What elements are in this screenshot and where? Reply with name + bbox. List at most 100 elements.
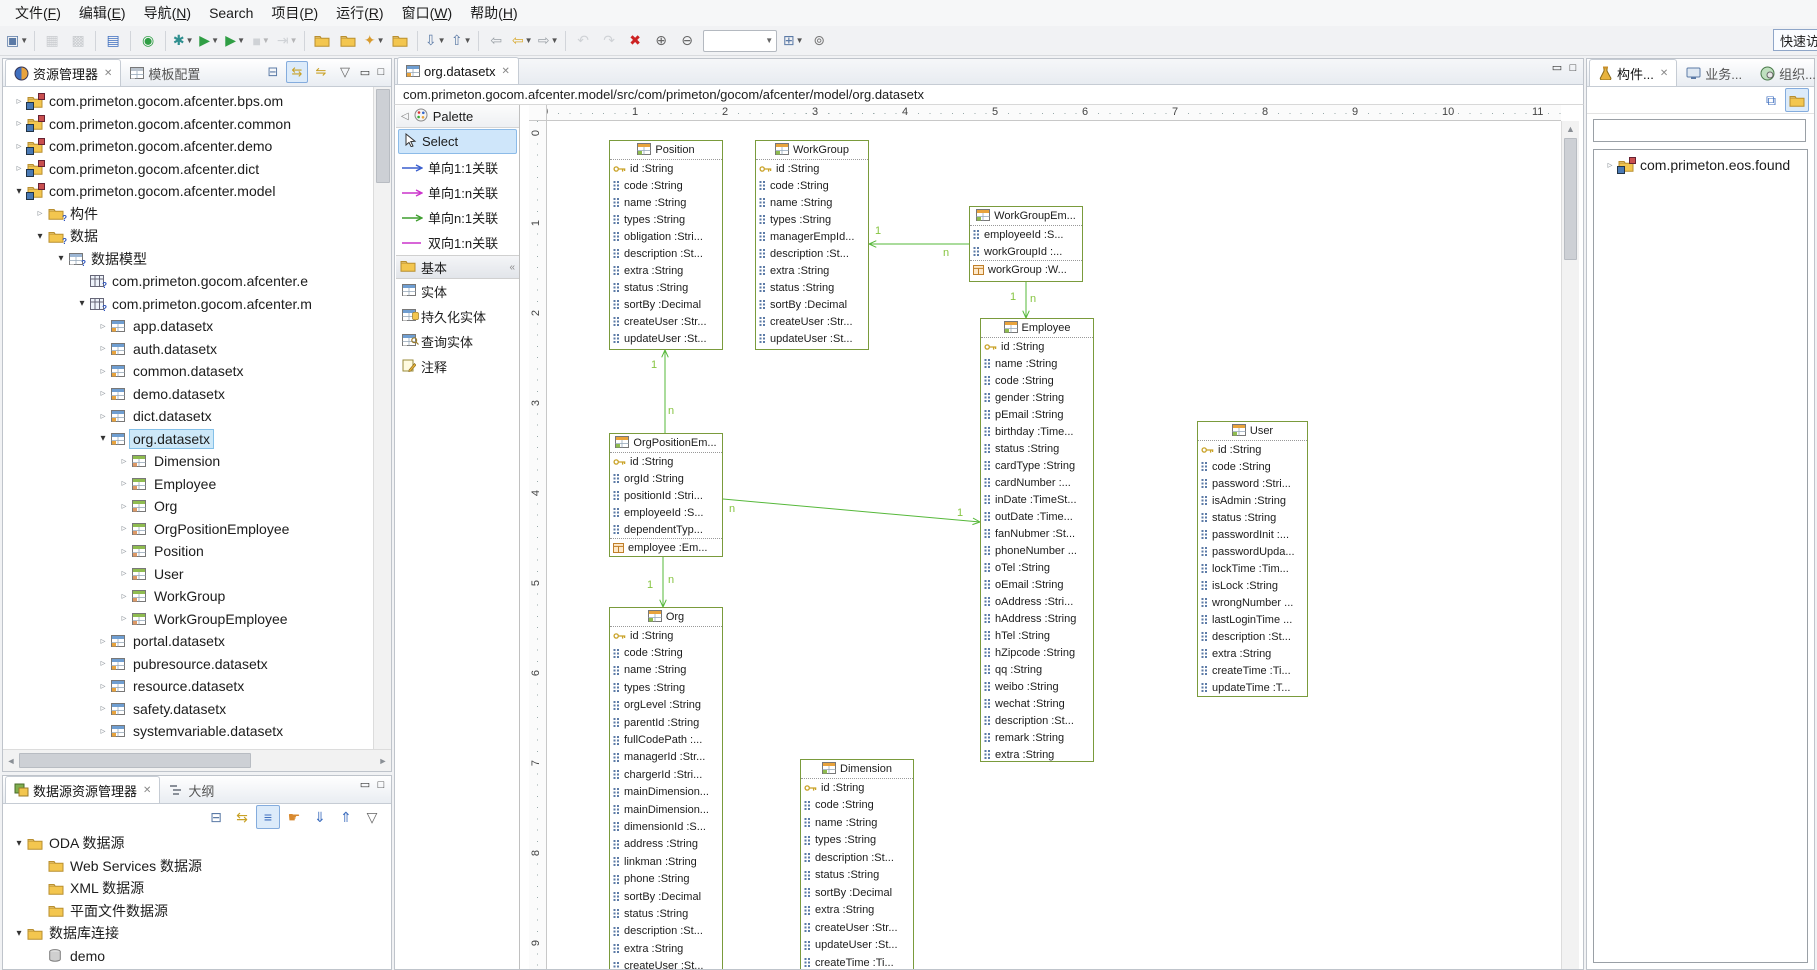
palette-tool-rel-n-1[interactable]: 单向n:1关联 [396,205,519,230]
entity-field[interactable]: dependentTyp... [610,521,722,538]
entity-field[interactable]: qq :String [981,661,1093,678]
start-server-icon[interactable]: ◉ [136,29,160,53]
resource-tree-item[interactable]: ▹Dimension [3,450,329,473]
entity-field[interactable]: parentId :String [610,714,722,731]
undo-icon[interactable]: ↶ [571,29,595,53]
expander-icon[interactable]: ▹ [95,681,111,692]
view-menu-icon[interactable]: ▽ [334,61,356,83]
entity-field[interactable]: code :String [610,644,722,661]
forward-icon[interactable]: ⇨▼ [536,29,560,53]
zoom-combo[interactable]: ▼ [703,30,777,52]
expander-icon[interactable]: ▹ [95,658,111,669]
scroll-left-icon[interactable]: ◄ [3,756,19,766]
resource-tree-item[interactable]: ?com.primeton.gocom.afcenter.e [3,270,329,293]
minimize-view-button[interactable]: ▭ [357,66,373,79]
expander-icon[interactable]: ▹ [11,141,27,152]
entity-Position[interactable]: Positionid :Stringcode :Stringname :Stri… [609,140,723,350]
expander-icon[interactable]: ▹ [11,163,27,174]
check-in-icon[interactable]: ⇩▼ [423,29,447,53]
palette-tool-rel-bi-1-n[interactable]: 双向1:n关联 [396,230,519,255]
expander-icon[interactable]: ▹ [116,478,132,489]
entity-field[interactable]: oAddress :Stri... [981,593,1093,610]
entity-field[interactable]: sortBy :Decimal [610,888,722,905]
entity-field[interactable]: extra :String [610,262,722,279]
resource-tree-item[interactable]: ▹auth.datasetx [3,338,329,361]
expander-icon[interactable]: ▹ [32,208,48,219]
resource-tree-item[interactable]: ▹resource.datasetx [3,675,329,698]
resource-tree-item[interactable]: ▾org.datasetx [3,428,329,451]
entity-field[interactable]: phoneNumber ... [981,542,1093,559]
entity-field[interactable]: extra :String [756,262,868,279]
expander-icon[interactable]: ▹ [1602,160,1618,171]
menu-search[interactable]: Search [200,3,262,23]
entity-field[interactable]: cardType :String [981,457,1093,474]
entity-field[interactable]: description :St... [756,245,868,262]
entity-field[interactable]: name :String [610,662,722,679]
entity-field[interactable]: id :String [610,453,722,470]
last-edit-location-icon[interactable]: ⇦ [484,29,508,53]
entity-field[interactable]: id :String [610,627,722,644]
entity-field[interactable]: extra :String [801,902,913,920]
entity-field[interactable]: id :String [1198,441,1307,458]
resource-tree-item[interactable]: ▹portal.datasetx [3,630,329,653]
entity-field[interactable]: cardNumber :... [981,474,1093,491]
entity-field[interactable]: positionId :Stri... [610,487,722,504]
entity-field[interactable]: hZipcode :String [981,644,1093,661]
entity-field[interactable]: description :St... [801,849,913,867]
import-profile-icon[interactable]: ⇓ [308,805,332,829]
entity-Dimension[interactable]: Dimensionid :Stringcode :Stringname :Str… [800,759,914,970]
entity-field[interactable]: lockTime :Tim... [1198,560,1307,577]
minimize-view-button[interactable]: ▭ [357,778,373,791]
entity-field[interactable]: extra :String [981,746,1093,762]
expander-icon[interactable]: ▾ [11,186,27,197]
entity-field[interactable]: createUser :Str... [610,313,722,330]
debug-icon[interactable]: ✱▼ [171,29,195,53]
resource-tree-item[interactable]: ▹WorkGroup [3,585,329,608]
modify-connection-icon[interactable]: ☛ [282,805,306,829]
entity-field[interactable]: createUser :Str... [756,313,868,330]
datasource-tree-item[interactable]: Web Services 数据源 [3,855,391,878]
check-out-icon[interactable]: ⇧▼ [449,29,473,53]
datasource-tab-datasource-explorer[interactable]: 数据源资源管理器✕ [5,776,160,803]
resource-tree-item[interactable]: ▹Org [3,495,329,518]
entity-field[interactable]: sortBy :Decimal [756,296,868,313]
expander-icon[interactable]: ▹ [116,591,132,602]
entity-field[interactable]: pEmail :String [981,406,1093,423]
entity-field[interactable]: updateTime :T... [1198,679,1307,696]
resource-tree-item[interactable]: ▾?数据模型 [3,248,329,271]
palette-tool-annotation[interactable]: 注释 [396,354,519,379]
resource-tree-item[interactable]: ▹WorkGroupEmployee [3,608,329,631]
entity-field[interactable]: employee :Em... [610,538,722,556]
entity-field[interactable]: name :String [801,814,913,832]
resource-tree-item[interactable]: ▹Position [3,540,329,563]
entity-field[interactable]: weibo :String [981,678,1093,695]
resource-tree-item[interactable]: ▹Employee [3,473,329,496]
entity-field[interactable]: createUser :St... [610,957,722,970]
menu-w[interactable]: 窗口(W) [393,1,462,25]
menu-h[interactable]: 帮助(H) [461,1,526,25]
resource-tree-item[interactable]: ▹app.datasetx [3,315,329,338]
entity-field[interactable]: mainDimension... [610,801,722,818]
entity-field[interactable]: passwordInit :... [1198,526,1307,543]
entity-field[interactable]: orgLevel :String [610,697,722,714]
palette-tool-query-entity[interactable]: 查询实体 [396,329,519,354]
entity-field[interactable]: wrongNumber ... [1198,594,1307,611]
close-icon[interactable]: ✕ [1660,68,1668,79]
back-icon[interactable]: ⇦▼ [510,29,534,53]
find-icon[interactable]: ⊚ [807,29,831,53]
palette-group-basic[interactable]: 基本« [396,255,519,279]
quick-access-button[interactable]: 快速访问 [1773,29,1817,51]
component-search-input[interactable] [1593,119,1806,142]
right-tab-components[interactable]: 构件...✕ [1589,59,1677,86]
entity-field[interactable]: employeeId :S... [970,226,1082,243]
entity-field[interactable]: address :String [610,836,722,853]
new-wizard-icon[interactable]: ▣▼ [5,29,29,53]
expander-icon[interactable]: ▹ [95,343,111,354]
resource-tree-item[interactable]: ▹com.primeton.gocom.afcenter.bps.om [3,90,329,113]
resource-tree-item[interactable]: ▾?com.primeton.gocom.afcenter.m [3,293,329,316]
entity-field[interactable]: createTime :Ti... [801,954,913,970]
entity-field[interactable]: status :String [981,440,1093,457]
expander-icon[interactable]: ▹ [95,703,111,714]
expander-icon[interactable]: ▹ [95,636,111,647]
entity-field[interactable]: updateUser :St... [801,937,913,955]
